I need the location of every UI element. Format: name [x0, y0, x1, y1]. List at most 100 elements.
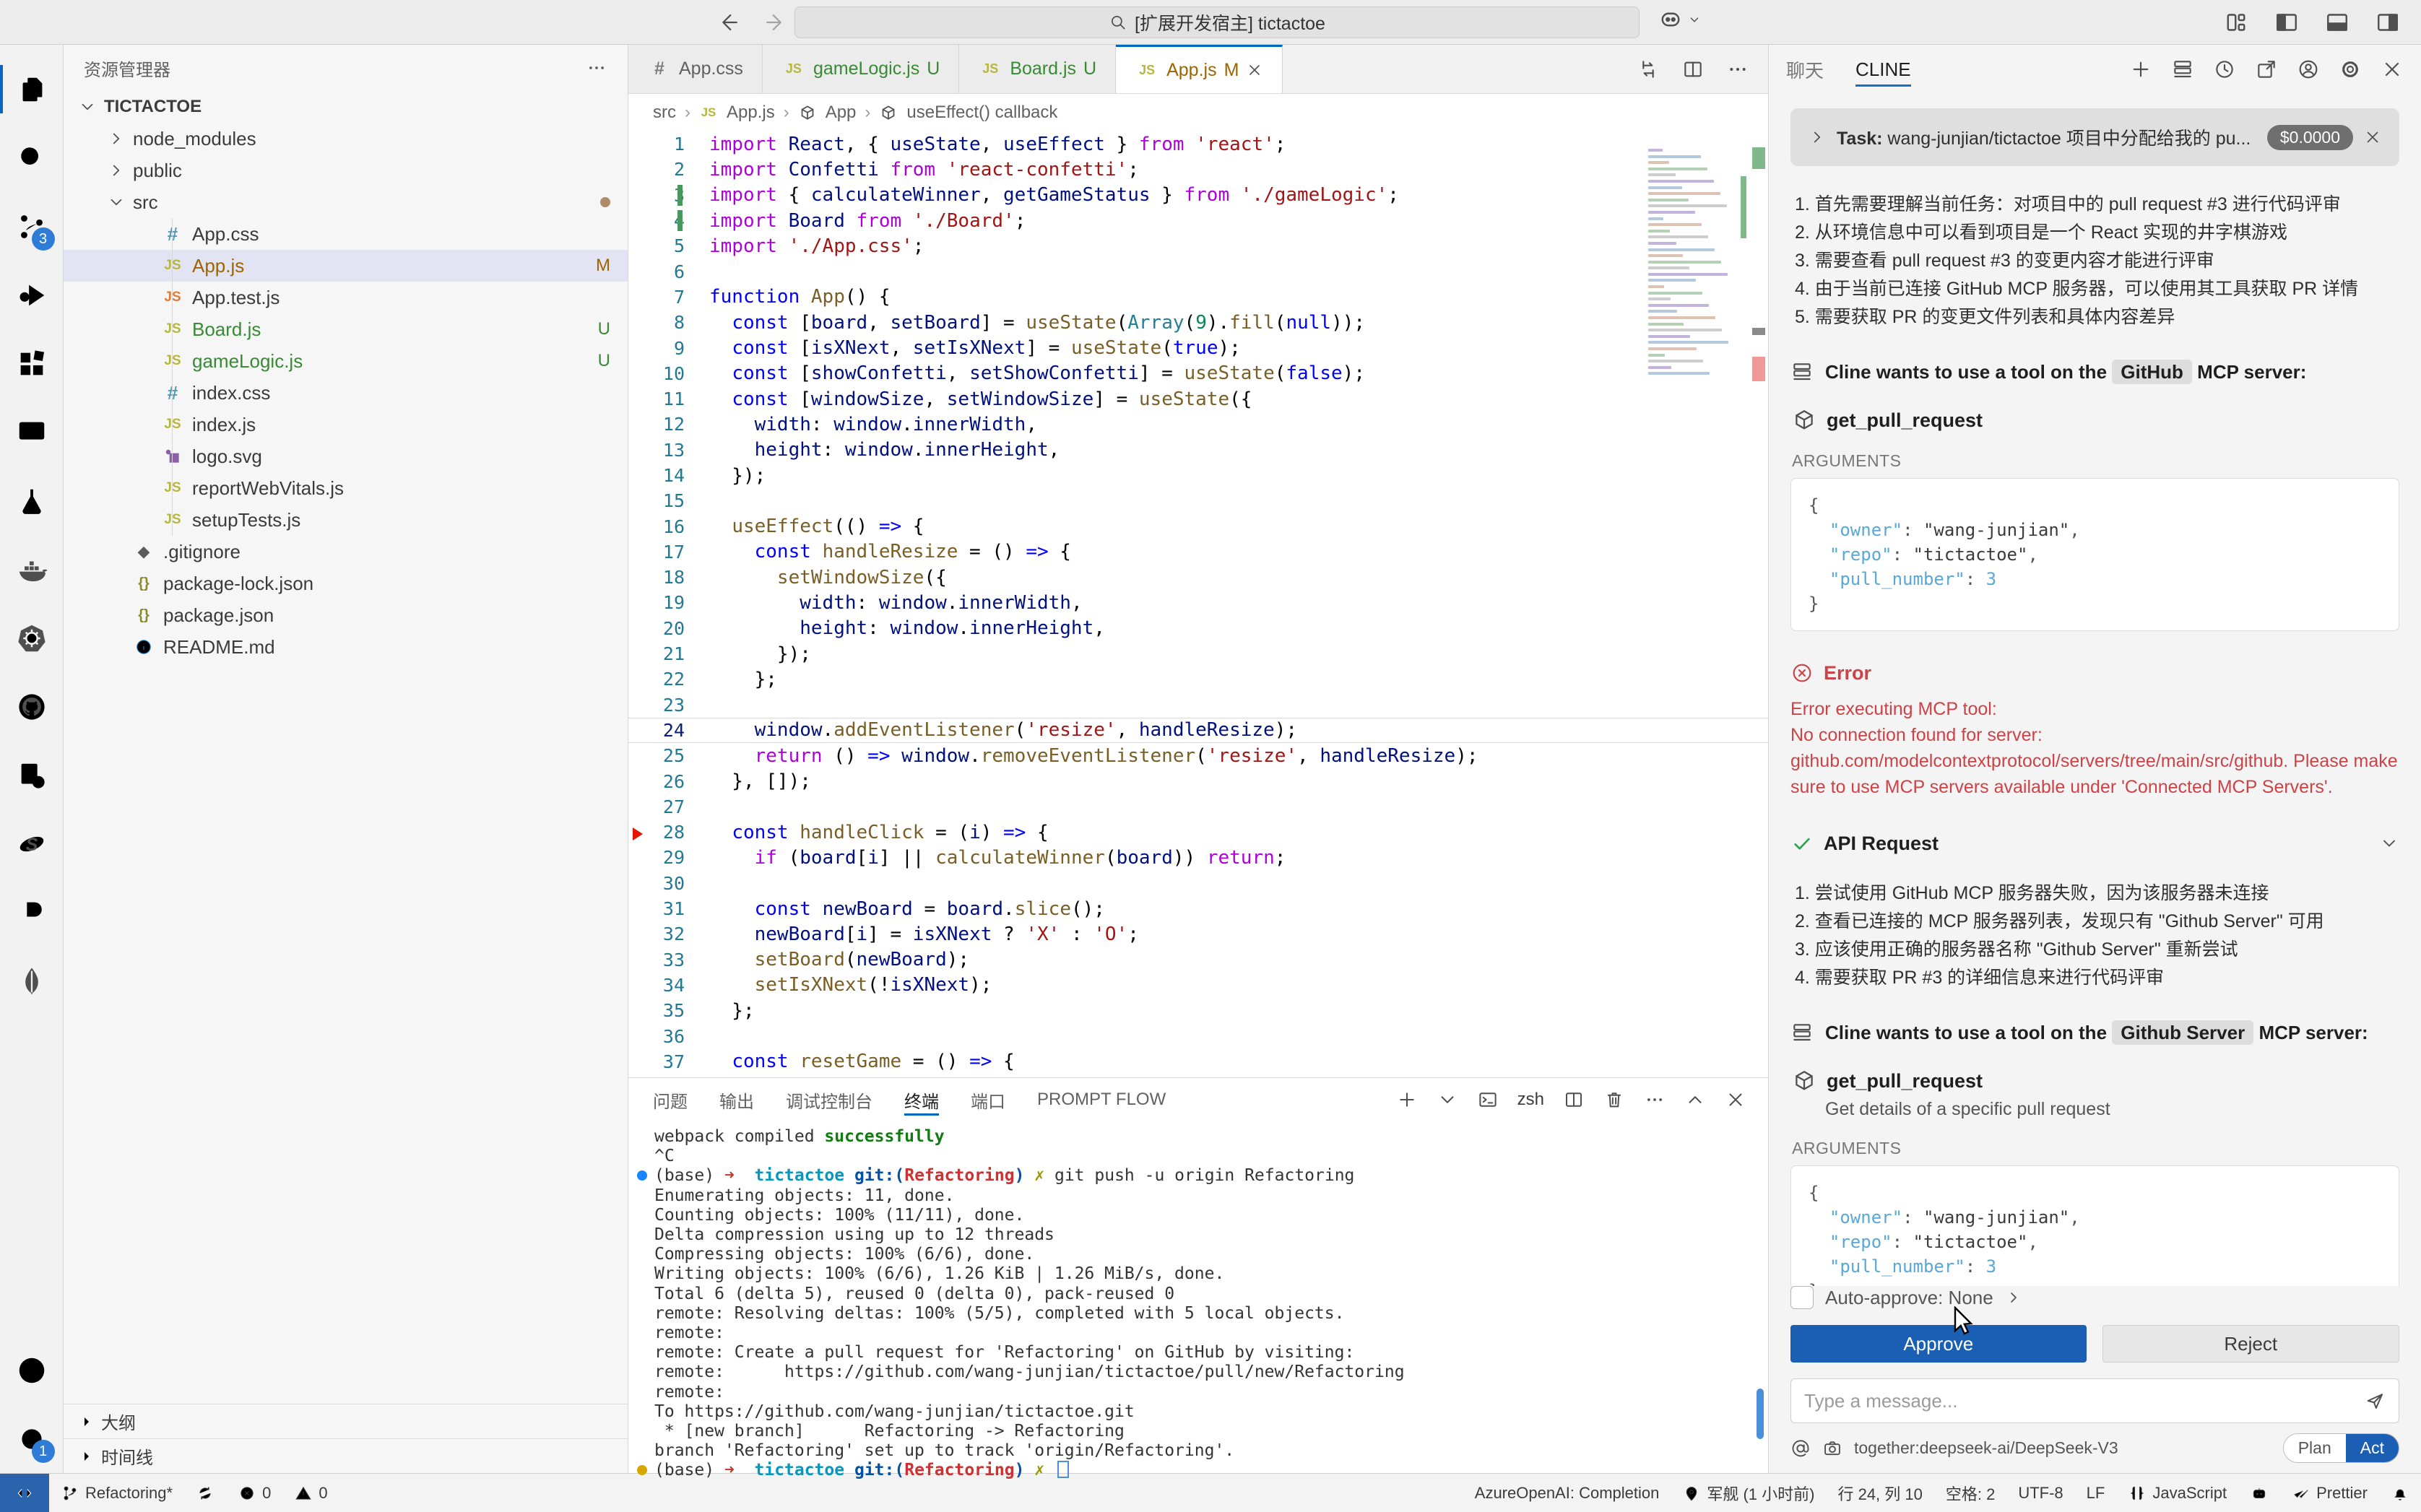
activity-remote-explorer[interactable] — [0, 398, 64, 466]
status-空格: 2[interactable]: 空格: 2 — [1934, 1474, 2006, 1512]
maximize-panel-icon[interactable] — [1684, 1089, 1706, 1111]
section-时间线[interactable]: 时间线 — [64, 1438, 628, 1473]
activity-source-control[interactable]: 3 — [0, 192, 64, 261]
camera-icon[interactable] — [1822, 1438, 1842, 1459]
activity-s-plugin[interactable]: S — [0, 809, 64, 878]
activity-cmake[interactable] — [0, 741, 64, 809]
mcp-servers-icon[interactable] — [2171, 58, 2194, 81]
command-center-search[interactable]: [扩展开发宿主] tictactoe — [794, 6, 1640, 38]
status-sync[interactable] — [184, 1474, 226, 1512]
code-editor[interactable]: 1import React, { useState, useEffect } f… — [628, 131, 1768, 1077]
status-bell[interactable] — [2379, 1474, 2421, 1512]
terminal-scrollbar[interactable] — [1757, 1389, 1764, 1439]
breadcrumb-item[interactable]: useEffect() callback — [906, 103, 1057, 123]
activity-search[interactable] — [0, 123, 64, 192]
account-icon[interactable] — [2297, 58, 2320, 81]
new-terminal-icon[interactable] — [1396, 1089, 1418, 1111]
close-icon[interactable] — [2381, 58, 2404, 81]
status-warn[interactable]: 0 — [282, 1474, 339, 1512]
panel-tab-调试控制台[interactable]: 调试控制台 — [786, 1078, 872, 1121]
task-card[interactable]: Task: wang-junjian/tictactoe 项目中分配给我的 pu… — [1790, 108, 2399, 166]
forward-icon[interactable] — [764, 10, 789, 35]
mention-icon[interactable] — [1790, 1438, 1811, 1459]
tree-item-index.js[interactable]: JSindex.js — [64, 409, 628, 440]
status-行 24, 列 10[interactable]: 行 24, 列 10 — [1826, 1474, 1933, 1512]
breadcrumb[interactable]: src›JSApp.js›App›useEffect() callback — [628, 94, 1768, 131]
tree-item-TICTACTOE[interactable]: TICTACTOE — [64, 91, 628, 123]
back-icon[interactable] — [715, 10, 740, 35]
tree-item-index.css[interactable]: #index.css — [64, 377, 628, 409]
activity-github[interactable] — [0, 672, 64, 741]
tree-item-App.css[interactable]: #App.css — [64, 218, 628, 250]
activity-docker[interactable] — [0, 535, 64, 604]
act-option[interactable]: Act — [2346, 1434, 2399, 1462]
activity-run-debug[interactable] — [0, 261, 64, 329]
reject-button[interactable]: Reject — [2102, 1325, 2400, 1363]
more-actions-icon[interactable] — [586, 57, 607, 79]
activity-kubernetes[interactable] — [0, 604, 64, 672]
activity-account[interactable] — [0, 1336, 64, 1404]
status-robot[interactable] — [2238, 1474, 2280, 1512]
tree-item-Board.js[interactable]: JSBoard.jsU — [64, 313, 628, 345]
tree-item-App.js[interactable]: JSApp.jsM — [64, 250, 628, 282]
tab-App.js[interactable]: JSApp.jsM — [1116, 45, 1283, 93]
settings-icon[interactable] — [2339, 58, 2362, 81]
close-panel-icon[interactable] — [1725, 1089, 1746, 1111]
terminal[interactable]: webpack compiled successfully^C(base) ➜ … — [628, 1121, 1768, 1481]
send-icon[interactable] — [2364, 1390, 2386, 1412]
tree-item-.gitignore[interactable]: ◆.gitignore — [64, 536, 628, 568]
toggle-panel-icon[interactable] — [2324, 9, 2350, 35]
panel-tab-问题[interactable]: 问题 — [653, 1078, 688, 1121]
activity-gear[interactable]: 1 — [0, 1404, 64, 1473]
more-actions-icon[interactable] — [1726, 58, 1749, 81]
close-task-icon[interactable] — [2363, 128, 2382, 147]
tree-item-src[interactable]: src — [64, 186, 628, 218]
plan-act-toggle[interactable]: Plan Act — [2283, 1433, 2399, 1463]
breadcrumb-item[interactable]: src — [653, 103, 676, 123]
tree-item-package-lock.json[interactable]: {}package-lock.json — [64, 568, 628, 599]
close-tab-icon[interactable] — [1246, 61, 1263, 79]
copilot-menu[interactable] — [1658, 6, 1702, 32]
kill-terminal-icon[interactable] — [1603, 1089, 1625, 1111]
more-actions-icon[interactable] — [1644, 1089, 1666, 1111]
tab-chat[interactable]: 聊天 — [1786, 45, 1824, 94]
panel-tab-PROMPT FLOW[interactable]: PROMPT FLOW — [1037, 1078, 1166, 1121]
minimap[interactable] — [1638, 139, 1746, 543]
status-errorO[interactable]: 0 — [226, 1474, 282, 1512]
tab-gameLogic.js[interactable]: JSgameLogic.jsU — [763, 45, 959, 93]
status-UTF-8[interactable]: UTF-8 — [2006, 1474, 2074, 1512]
panel-tab-输出[interactable]: 输出 — [719, 1078, 754, 1121]
split-terminal-icon[interactable] — [1563, 1089, 1585, 1111]
toggle-sidebar-right-icon[interactable] — [2375, 9, 2401, 35]
status-check2[interactable]: Prettier — [2280, 1474, 2379, 1512]
approve-button[interactable]: Approve — [1790, 1325, 2087, 1363]
status-branch[interactable]: Refactoring* — [49, 1474, 184, 1512]
split-editor-icon[interactable] — [1681, 58, 1705, 81]
history-icon[interactable] — [2213, 58, 2236, 81]
terminal-dropdown-icon[interactable] — [1437, 1089, 1458, 1111]
tree-item-README.md[interactable]: README.md — [64, 631, 628, 663]
chevron-down-icon[interactable] — [2379, 833, 2399, 853]
tab-App.css[interactable]: #App.css — [628, 45, 763, 93]
auto-approve-checkbox[interactable] — [1790, 1286, 1814, 1309]
section-大纲[interactable]: 大纲 — [64, 1404, 628, 1438]
breadcrumb-item[interactable]: App.js — [727, 103, 775, 123]
status-remote[interactable] — [0, 1474, 49, 1512]
activity-test-flask[interactable] — [0, 466, 64, 535]
tree-item-logo.svg[interactable]: logo.svg — [64, 440, 628, 472]
tree-item-node_modules[interactable]: node_modules — [64, 123, 628, 155]
status-braces[interactable]: JavaScript — [2116, 1474, 2238, 1512]
auto-approve-row[interactable]: Auto-approve: None — [1790, 1286, 2399, 1309]
tree-item-reportWebVitals.js[interactable]: JSreportWebVitals.js — [64, 472, 628, 504]
message-input[interactable]: Type a message... — [1790, 1378, 2399, 1423]
activity-files[interactable] — [0, 55, 64, 123]
tree-item-App.test.js[interactable]: JSApp.test.js — [64, 282, 628, 313]
tab-Board.js[interactable]: JSBoard.jsU — [959, 45, 1116, 93]
tree-item-setupTests.js[interactable]: JSsetupTests.js — [64, 504, 628, 536]
breadcrumb-item[interactable]: App — [826, 103, 857, 123]
panel-tab-端口[interactable]: 端口 — [971, 1078, 1005, 1121]
open-in-editor-icon[interactable] — [2255, 58, 2278, 81]
open-changes-icon[interactable] — [1637, 58, 1660, 81]
api-request-header[interactable]: API Request — [1790, 832, 2399, 855]
status-LF[interactable]: LF — [2075, 1474, 2117, 1512]
